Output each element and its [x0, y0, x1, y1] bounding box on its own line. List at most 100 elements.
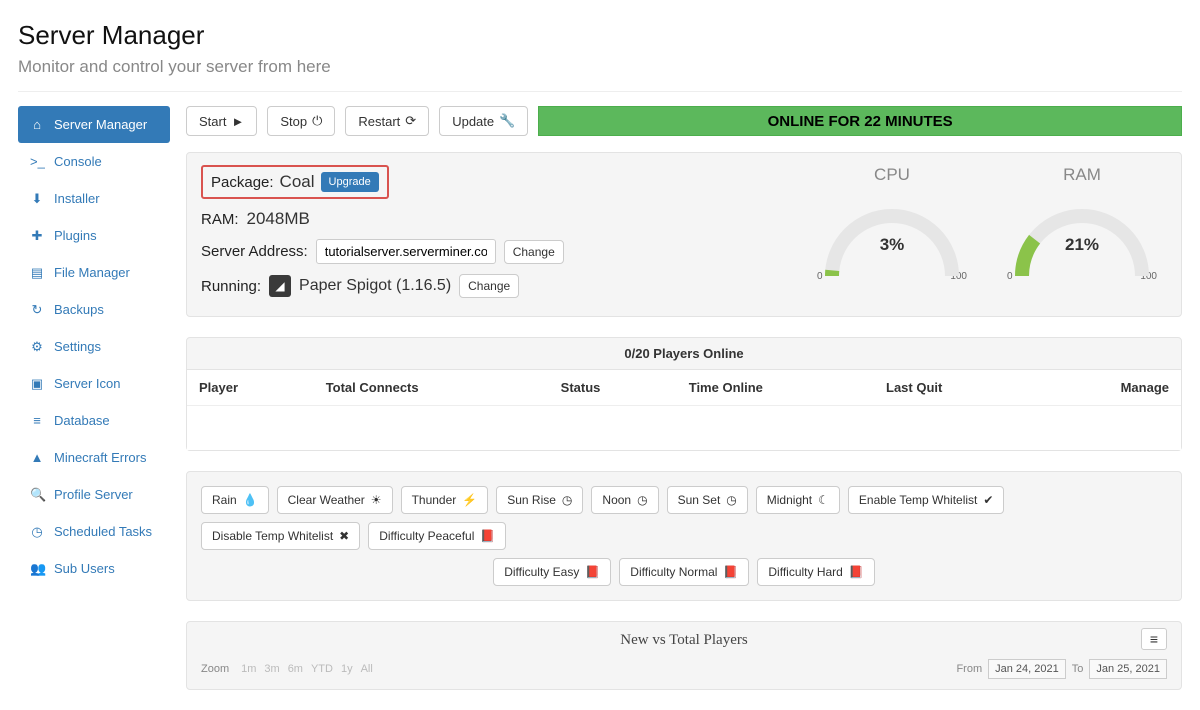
- sidebar-item-database[interactable]: ≡ Database: [18, 402, 170, 439]
- zoom-1m[interactable]: 1m: [237, 661, 260, 677]
- sidebar-item-sub-users[interactable]: 👥 Sub Users: [18, 550, 170, 587]
- package-value: Coal: [280, 172, 315, 192]
- command-noon[interactable]: Noon◷: [591, 486, 658, 514]
- server-address-label: Server Address:: [201, 243, 308, 260]
- power-icon: ⏻: [312, 113, 322, 129]
- column-time-online: Time Online: [677, 370, 874, 406]
- command-sun-rise[interactable]: Sun Rise◷: [496, 486, 583, 514]
- stop-button[interactable]: Stop⏻: [267, 106, 335, 136]
- warning-icon: ▲: [30, 450, 44, 465]
- info-panel: Package: Coal Upgrade RAM: 2048MB Server…: [186, 152, 1182, 317]
- upgrade-button[interactable]: Upgrade: [321, 172, 379, 192]
- users-icon: 👥: [30, 561, 44, 577]
- ram-gauge: RAM 21% 0100: [997, 165, 1167, 308]
- chart-menu-button[interactable]: ≡: [1141, 628, 1167, 650]
- column-manage: Manage: [1035, 370, 1181, 406]
- tint-icon: 💧: [243, 493, 258, 507]
- x-icon: ✖: [339, 529, 349, 543]
- column-total-connects: Total Connects: [314, 370, 549, 406]
- command-difficulty-normal[interactable]: Difficulty Normal📕: [619, 558, 749, 586]
- check-icon: ✔: [983, 493, 993, 507]
- moon-icon: ☾: [818, 493, 829, 507]
- zoom-1y[interactable]: 1y: [337, 661, 357, 677]
- start-button[interactable]: Start►: [186, 106, 257, 136]
- cpu-gauge-title: CPU: [807, 165, 977, 185]
- players-header: 0/20 Players Online: [187, 338, 1181, 370]
- table-row: [187, 406, 1181, 450]
- clock-icon: ◷: [726, 493, 736, 507]
- clock-icon: ◷: [30, 524, 44, 540]
- book-icon: 📕: [585, 565, 600, 579]
- play-icon: ►: [231, 114, 244, 129]
- zoom-3m[interactable]: 3m: [260, 661, 283, 677]
- terminal-icon: >_: [30, 154, 44, 169]
- to-label: To: [1072, 663, 1084, 675]
- command-difficulty-easy[interactable]: Difficulty Easy📕: [493, 558, 611, 586]
- from-label: From: [956, 663, 982, 675]
- command-clear-weather[interactable]: Clear Weather☀: [277, 486, 393, 514]
- sidebar-item-installer[interactable]: ⬇Installer: [18, 180, 170, 217]
- from-date-input[interactable]: Jan 24, 2021: [988, 659, 1066, 679]
- sidebar-item-label: Database: [54, 413, 110, 428]
- zoom-all[interactable]: All: [357, 661, 377, 677]
- command-sun-set[interactable]: Sun Set◷: [667, 486, 748, 514]
- sidebar-item-backups[interactable]: ↻ Backups: [18, 291, 170, 328]
- command-midnight[interactable]: Midnight☾: [756, 486, 840, 514]
- command-thunder[interactable]: Thunder⚡: [401, 486, 489, 514]
- server-address-input[interactable]: [316, 239, 496, 264]
- home-icon: ⌂: [30, 117, 44, 132]
- clock-icon: ◷: [562, 493, 572, 507]
- players-table: PlayerTotal ConnectsStatusTime OnlineLas…: [187, 370, 1181, 450]
- sidebar-item-server-icon[interactable]: ▣Server Icon: [18, 365, 170, 402]
- refresh-icon: ↻: [30, 302, 44, 318]
- hamburger-icon: ≡: [1150, 631, 1158, 647]
- command-enable-temp-whitelist[interactable]: Enable Temp Whitelist✔: [848, 486, 1005, 514]
- sidebar: ⌂ Server Manager >_ Console ⬇Installer✚Plugi…: [18, 106, 170, 710]
- sidebar-item-plugins[interactable]: ✚Plugins: [18, 217, 170, 254]
- cpu-gauge: CPU 3% 0100: [807, 165, 977, 308]
- sidebar-item-label: Minecraft Errors: [54, 450, 146, 465]
- sidebar-item-label: Sub Users: [54, 561, 115, 576]
- command-difficulty-hard[interactable]: Difficulty Hard📕: [757, 558, 874, 586]
- commands-panel: Rain💧 Clear Weather☀ Thunder⚡Sun Rise◷ Noon…: [186, 471, 1182, 601]
- page-subtitle: Monitor and control your server from her…: [18, 57, 1182, 77]
- sidebar-item-server-manager[interactable]: ⌂ Server Manager: [18, 106, 170, 143]
- sidebar-item-label: Console: [54, 154, 102, 169]
- sidebar-item-profile-server[interactable]: 🔍Profile Server: [18, 476, 170, 513]
- sidebar-item-label: Profile Server: [54, 487, 133, 502]
- cpu-gauge-value: 3%: [817, 235, 967, 255]
- database-icon: ≡: [30, 413, 44, 428]
- sidebar-item-console[interactable]: >_ Console: [18, 143, 170, 180]
- file-icon: ▤: [30, 265, 44, 281]
- command-rain[interactable]: Rain💧: [201, 486, 269, 514]
- page-title: Server Manager: [18, 20, 1182, 51]
- chart-panel: ≡ New vs Total Players Zoom 1m3m6mYTD1yA…: [186, 621, 1182, 690]
- update-button[interactable]: Update🔧: [439, 106, 528, 136]
- ram-label: RAM:: [201, 211, 239, 228]
- sidebar-item-file-manager[interactable]: ▤ File Manager: [18, 254, 170, 291]
- sidebar-item-scheduled-tasks[interactable]: ◷Scheduled Tasks: [18, 513, 170, 550]
- puzzle-icon: ✚: [30, 228, 44, 244]
- package-label: Package:: [211, 174, 274, 191]
- change-jar-button[interactable]: Change: [459, 274, 519, 298]
- zoom-label: Zoom: [201, 663, 229, 675]
- wrench-icon: 🔧: [499, 113, 515, 129]
- book-icon: 📕: [723, 565, 738, 579]
- zoom-ytd[interactable]: YTD: [307, 661, 337, 677]
- to-date-input[interactable]: Jan 25, 2021: [1089, 659, 1167, 679]
- sidebar-item-label: File Manager: [54, 265, 130, 280]
- chart-title: New vs Total Players: [201, 632, 1167, 649]
- command-disable-temp-whitelist[interactable]: Disable Temp Whitelist✖: [201, 522, 360, 550]
- change-address-button[interactable]: Change: [504, 240, 564, 264]
- restart-button[interactable]: Restart⟳: [345, 106, 429, 136]
- sidebar-item-minecraft-errors[interactable]: ▲ Minecraft Errors: [18, 439, 170, 476]
- players-panel: 0/20 Players Online PlayerTotal Connects…: [186, 337, 1182, 451]
- running-label: Running:: [201, 278, 261, 295]
- sidebar-item-label: Server Manager: [54, 117, 147, 132]
- sidebar-item-settings[interactable]: ⚙Settings: [18, 328, 170, 365]
- divider: [18, 91, 1182, 92]
- command-difficulty-peaceful[interactable]: Difficulty Peaceful📕: [368, 522, 506, 550]
- clock-icon: ◷: [637, 493, 647, 507]
- zoom-6m[interactable]: 6m: [284, 661, 307, 677]
- sidebar-item-label: Backups: [54, 302, 104, 317]
